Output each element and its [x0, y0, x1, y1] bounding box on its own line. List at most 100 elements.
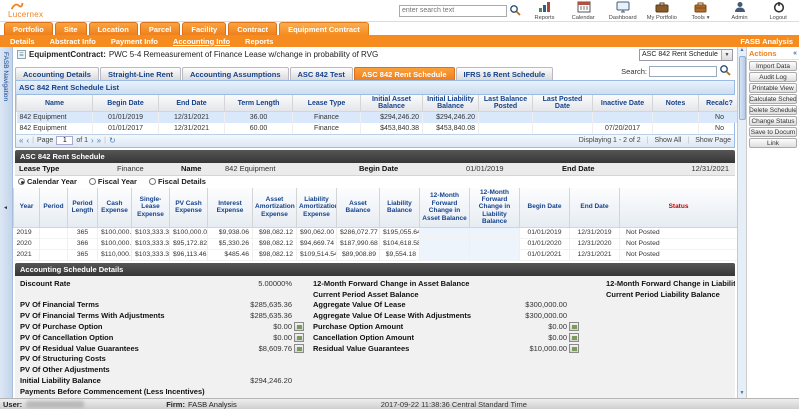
sub-tab-abstract-info[interactable]: Abstract Info: [50, 37, 96, 46]
prev-page-icon[interactable]: ‹: [26, 136, 29, 145]
radio-icon[interactable]: [18, 178, 25, 185]
tool-my-portfolio[interactable]: My Portfolio: [645, 1, 678, 21]
view-option-fiscal-details[interactable]: Fiscal Details: [148, 177, 206, 186]
column-header-lease-type[interactable]: Lease Type: [292, 95, 361, 112]
column-header-interest-expense[interactable]: Interest Expense: [207, 187, 253, 228]
list-search-icon[interactable]: [719, 64, 731, 78]
list-search-input[interactable]: [649, 65, 717, 77]
lookup-icon[interactable]: [293, 332, 304, 342]
column-header-begin-date[interactable]: Begin Date: [92, 95, 159, 112]
scroll-down-icon[interactable]: ▼: [740, 390, 745, 398]
show-page-link[interactable]: Show Page: [695, 137, 731, 144]
column-header-pv-cash-expense[interactable]: PV Cash Expense: [169, 187, 208, 228]
column-header-period-length[interactable]: Period Length: [67, 187, 98, 228]
sub-tab-details[interactable]: Details: [10, 37, 35, 46]
radio-icon[interactable]: [88, 178, 96, 185]
column-header-end-date[interactable]: End Date: [569, 187, 620, 228]
column-header-year[interactable]: Year: [13, 187, 40, 228]
printable-view-button[interactable]: Printable View: [749, 83, 797, 93]
main-tab-site[interactable]: Site: [54, 22, 87, 35]
lookup-icon[interactable]: [293, 321, 304, 331]
rent-schedule-row[interactable]: 2020366$100,000.00$103,333.32$95,172.82$…: [13, 238, 738, 250]
column-header-liability-balance[interactable]: Liability Balance: [379, 187, 420, 228]
view-option-fiscal-year[interactable]: Fiscal Year: [88, 177, 137, 186]
next-page-icon[interactable]: ›: [91, 136, 94, 145]
column-header-single-lease-expense[interactable]: Single-Lease Expense: [131, 187, 170, 228]
global-search-input[interactable]: [399, 4, 507, 17]
lookup-icon[interactable]: [568, 321, 579, 331]
audit-log-button[interactable]: Audit Log: [749, 72, 797, 82]
main-tab-portfolio[interactable]: Portfolio: [4, 22, 53, 35]
sub-tab-accounting-info[interactable]: Accounting Info: [173, 37, 230, 46]
tool-calendar[interactable]: Calendar: [567, 1, 600, 21]
save-to-docum-button[interactable]: Save to Docum: [749, 127, 797, 137]
sub-tab-payment-info[interactable]: Payment Info: [111, 37, 158, 46]
column-header-liability-amortization-expense[interactable]: Liability Amortization Expense: [296, 187, 337, 228]
main-tab-location[interactable]: Location: [88, 22, 138, 35]
tool-admin[interactable]: Admin: [723, 1, 756, 21]
schedule-list-row[interactable]: 842 Equipment 01/01/2019 12/31/2021 36.00 Fi…: [16, 111, 741, 123]
main-tab-equipment-contract[interactable]: Equipment Contract: [279, 22, 369, 35]
tool-dashboard[interactable]: Dashboard: [606, 1, 639, 21]
first-page-icon[interactable]: «: [19, 136, 23, 145]
scrollbar-thumb[interactable]: [738, 56, 746, 120]
rent-schedule-row[interactable]: 2021365$110,000.00$103,333.36$96,113.46$…: [13, 249, 738, 261]
lookup-icon[interactable]: [568, 343, 579, 353]
chevron-down-icon[interactable]: ▼: [721, 49, 732, 60]
tool-tools[interactable]: Tools▼: [684, 1, 717, 21]
column-header-begin-date[interactable]: Begin Date: [519, 187, 570, 228]
column-header-status[interactable]: Status: [619, 187, 738, 228]
lookup-icon[interactable]: [568, 332, 579, 342]
column-header-asset-balance[interactable]: Asset Balance: [336, 187, 380, 228]
main-tab-contract[interactable]: Contract: [228, 22, 278, 35]
list-cell: No: [698, 122, 741, 134]
column-header-asset-amortization-expense[interactable]: Asset Amortization Expense: [252, 187, 297, 228]
main-tab-parcel[interactable]: Parcel: [139, 22, 181, 35]
main-tab-facility[interactable]: Facility: [182, 22, 227, 35]
column-header-period[interactable]: Period: [39, 187, 68, 228]
view-option-calendar-year[interactable]: Calendar Year: [18, 177, 77, 186]
column-header-recalc[interactable]: Recalc?: [698, 95, 741, 112]
tab-asc-842-test[interactable]: ASC 842 Test: [289, 67, 353, 80]
last-page-icon[interactable]: »: [97, 136, 101, 145]
tab-straight-line-rent[interactable]: Straight-Line Rent: [99, 67, 181, 80]
page-input[interactable]: [56, 136, 74, 145]
sub-tab-reports[interactable]: Reports: [245, 37, 273, 46]
delete-schedule-button[interactable]: Delete Schedule: [749, 105, 797, 115]
rent-schedule-row[interactable]: 2019365$100,000.00$103,333.32$100,000.00…: [13, 227, 738, 239]
column-header-last-balance-posted[interactable]: Last Balance Posted: [478, 95, 533, 112]
tab-accounting-details[interactable]: Accounting Details: [15, 67, 99, 80]
refresh-icon[interactable]: ↻: [109, 136, 116, 145]
column-header-name[interactable]: Name: [16, 95, 93, 112]
calculate-sched-button[interactable]: Calculate Sched: [749, 94, 797, 104]
tab-accounting-assumptions[interactable]: Accounting Assumptions: [181, 67, 289, 80]
column-header-12-month-forward-change-in-asset-balance[interactable]: 12-Month Forward Change in Asset Balance: [419, 187, 470, 228]
radio-icon[interactable]: [148, 178, 156, 185]
scroll-up-icon[interactable]: ▲: [740, 47, 745, 55]
lookup-icon[interactable]: [293, 343, 304, 353]
column-header-12-month-forward-change-in-liability-balance[interactable]: 12-Month Forward Change in Liability Bal…: [469, 187, 520, 228]
expand-navigation-icon[interactable]: ◄: [3, 205, 8, 211]
show-all-link[interactable]: Show All: [655, 137, 682, 144]
search-magnifier-icon[interactable]: [509, 4, 521, 18]
change-status-button[interactable]: Change Status: [749, 116, 797, 126]
column-header-initial-liability-balance[interactable]: Initial Liability Balance: [422, 95, 479, 112]
tool-reports[interactable]: Reports: [528, 1, 561, 21]
link-button[interactable]: Link: [749, 138, 797, 148]
vertical-scrollbar[interactable]: ▲ ▼: [737, 47, 746, 398]
collapse-actions-icon[interactable]: «: [793, 50, 797, 57]
column-header-end-date[interactable]: End Date: [158, 95, 225, 112]
import-data-button[interactable]: Import Data: [749, 61, 797, 71]
column-header-initial-asset-balance[interactable]: Initial Asset Balance: [360, 95, 423, 112]
collapsed-navigation-panel[interactable]: FASB Navigation ◄: [0, 47, 13, 398]
column-header-notes[interactable]: Notes: [652, 95, 699, 112]
column-header-cash-expense[interactable]: Cash Expense: [97, 187, 132, 228]
tab-asc-842-rent-schedule[interactable]: ASC 842 Rent Schedule: [353, 67, 455, 80]
schedule-select-dropdown[interactable]: ASC 842 Rent Schedule ▼: [639, 48, 733, 61]
column-header-inactive-date[interactable]: Inactive Date: [592, 95, 653, 112]
tool-logout[interactable]: Logout: [762, 1, 795, 21]
column-header-last-posted-date[interactable]: Last Posted Date: [532, 95, 593, 112]
schedule-list-row[interactable]: 842 Equipment 01/01/2017 12/31/2021 60.00 Fi…: [16, 122, 741, 134]
column-header-term-length[interactable]: Term Length: [224, 95, 293, 112]
tab-ifrs-16-rent-schedule[interactable]: IFRS 16 Rent Schedule: [455, 67, 554, 80]
